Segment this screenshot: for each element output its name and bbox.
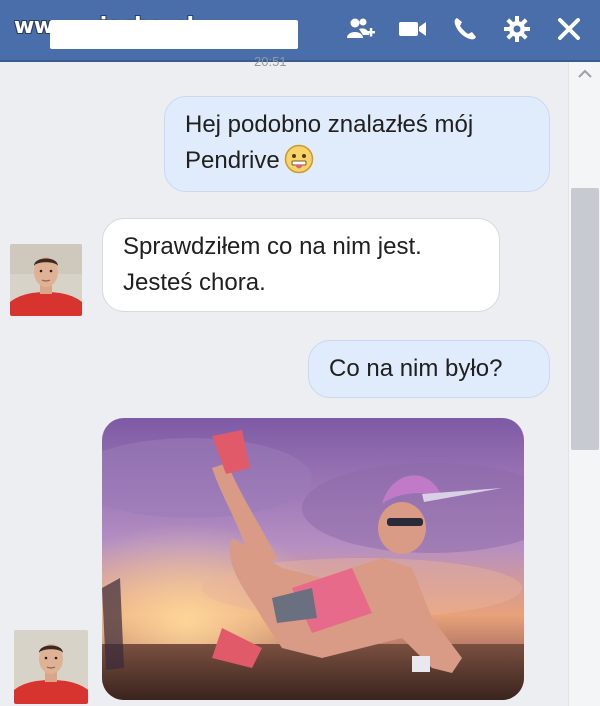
message-bubble-incoming: Sprawdziłem co na nim jest. Jesteś chora… [102,218,500,312]
tongue-out-emoji-icon [284,144,313,174]
add-friend-icon[interactable] [346,14,376,44]
unicorn-costume-photo[interactable] [102,418,524,700]
message-text-line: Pendrive [185,147,280,174]
scrollbar[interactable] [568,62,600,706]
message-bubble-outgoing: Hej podobno znalazłeś mój Pendrive [164,96,550,192]
settings-gear-icon[interactable] [502,14,532,44]
scroll-up-arrow-icon[interactable] [577,68,593,80]
message-bubble-outgoing: Co na nim było? [308,340,550,398]
avatar[interactable] [14,630,88,704]
chat-header: www.wiocha.pl [0,0,600,62]
message-text-line: Co na nim było? [329,355,503,382]
scroll-thumb[interactable] [571,188,599,450]
message-timestamp: 20:51 [254,54,287,69]
avatar[interactable] [10,244,82,316]
message-text-line: Jesteś chora. [123,269,266,296]
video-call-icon[interactable] [398,14,428,44]
phone-icon[interactable] [450,14,480,44]
message-text-line: Sprawdziłem co na nim jest. [123,233,422,260]
close-icon[interactable] [554,14,584,44]
contact-name-redacted[interactable] [50,20,298,49]
message-text-line: Hej podobno znalazłeś mój [185,111,474,138]
header-actions [346,14,584,44]
